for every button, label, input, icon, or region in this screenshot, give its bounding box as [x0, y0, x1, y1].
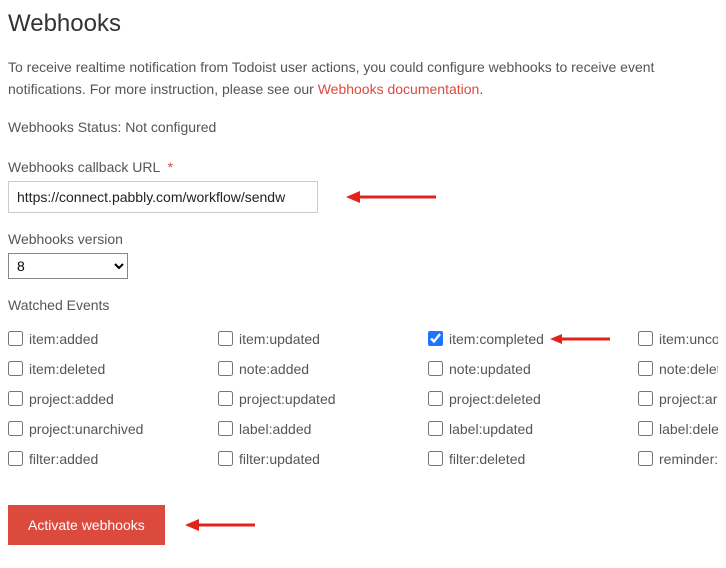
- arrow-annotation-icon: [346, 187, 436, 207]
- event-checkbox[interactable]: [638, 391, 653, 406]
- event-checkbox[interactable]: [218, 361, 233, 376]
- event-item[interactable]: item:added: [8, 331, 208, 347]
- event-item[interactable]: project:deleted: [428, 391, 628, 407]
- event-label: note:added: [239, 361, 309, 377]
- event-checkbox[interactable]: [8, 391, 23, 406]
- event-label: project:deleted: [449, 391, 541, 407]
- required-star-icon: *: [168, 159, 173, 175]
- event-item[interactable]: label:updated: [428, 421, 628, 437]
- event-checkbox[interactable]: [428, 361, 443, 376]
- event-item[interactable]: filter:added: [8, 451, 208, 467]
- event-item[interactable]: item:updated: [218, 331, 418, 347]
- event-item[interactable]: project:added: [8, 391, 208, 407]
- event-checkbox[interactable]: [8, 361, 23, 376]
- event-checkbox[interactable]: [428, 391, 443, 406]
- event-item[interactable]: filter:updated: [218, 451, 418, 467]
- watched-events-grid: item:added item:updated item:completed item…: [8, 331, 718, 467]
- webhooks-doc-link[interactable]: Webhooks documentation: [318, 81, 480, 97]
- event-label: filter:added: [29, 451, 98, 467]
- event-item[interactable]: item:uncompleted: [638, 331, 718, 347]
- event-item[interactable]: project:updated: [218, 391, 418, 407]
- event-checkbox[interactable]: [218, 331, 233, 346]
- event-label: item:uncompleted: [659, 331, 718, 347]
- event-label: filter:updated: [239, 451, 320, 467]
- event-label: label:updated: [449, 421, 533, 437]
- event-label: item:updated: [239, 331, 320, 347]
- event-label: item:added: [29, 331, 98, 347]
- event-label: note:deleted: [659, 361, 718, 377]
- event-checkbox[interactable]: [218, 451, 233, 466]
- event-checkbox[interactable]: [638, 451, 653, 466]
- event-item[interactable]: filter:deleted: [428, 451, 628, 467]
- activate-webhooks-button[interactable]: Activate webhooks: [8, 505, 165, 545]
- webhooks-status: Webhooks Status: Not configured: [8, 119, 718, 135]
- event-label: project:unarchived: [29, 421, 143, 437]
- event-item[interactable]: reminder:fired: [638, 451, 718, 467]
- event-label: note:updated: [449, 361, 531, 377]
- event-checkbox[interactable]: [218, 391, 233, 406]
- arrow-annotation-icon: [185, 515, 255, 535]
- event-label: filter:deleted: [449, 451, 525, 467]
- version-select[interactable]: 8: [8, 253, 128, 279]
- event-item[interactable]: project:archived: [638, 391, 718, 407]
- intro-text: To receive realtime notification from To…: [8, 56, 718, 101]
- event-item[interactable]: item:completed: [428, 331, 628, 347]
- intro-text-b: .: [479, 81, 483, 97]
- version-label: Webhooks version: [8, 231, 718, 247]
- page-title: Webhooks: [8, 10, 718, 38]
- event-label: project:added: [29, 391, 114, 407]
- event-item[interactable]: note:deleted: [638, 361, 718, 377]
- event-item[interactable]: project:unarchived: [8, 421, 208, 437]
- event-checkbox[interactable]: [638, 331, 653, 346]
- event-label: project:archived: [659, 391, 718, 407]
- event-label: label:deleted: [659, 421, 718, 437]
- event-checkbox[interactable]: [428, 331, 443, 346]
- event-label: item:deleted: [29, 361, 105, 377]
- event-item[interactable]: label:deleted: [638, 421, 718, 437]
- event-item[interactable]: note:updated: [428, 361, 628, 377]
- callback-url-input[interactable]: [8, 181, 318, 213]
- event-checkbox[interactable]: [8, 451, 23, 466]
- arrow-annotation-icon: [550, 331, 610, 347]
- watched-events-label: Watched Events: [8, 297, 718, 313]
- event-checkbox[interactable]: [638, 361, 653, 376]
- event-checkbox[interactable]: [8, 331, 23, 346]
- event-checkbox[interactable]: [8, 421, 23, 436]
- event-label: label:added: [239, 421, 311, 437]
- event-label: project:updated: [239, 391, 336, 407]
- callback-url-label-text: Webhooks callback URL: [8, 159, 160, 175]
- event-item[interactable]: note:added: [218, 361, 418, 377]
- event-checkbox[interactable]: [218, 421, 233, 436]
- callback-url-label: Webhooks callback URL *: [8, 159, 718, 175]
- event-checkbox[interactable]: [638, 421, 653, 436]
- event-checkbox[interactable]: [428, 451, 443, 466]
- event-checkbox[interactable]: [428, 421, 443, 436]
- event-label: reminder:fired: [659, 451, 718, 467]
- event-item[interactable]: label:added: [218, 421, 418, 437]
- event-label: item:completed: [449, 331, 544, 347]
- event-item[interactable]: item:deleted: [8, 361, 208, 377]
